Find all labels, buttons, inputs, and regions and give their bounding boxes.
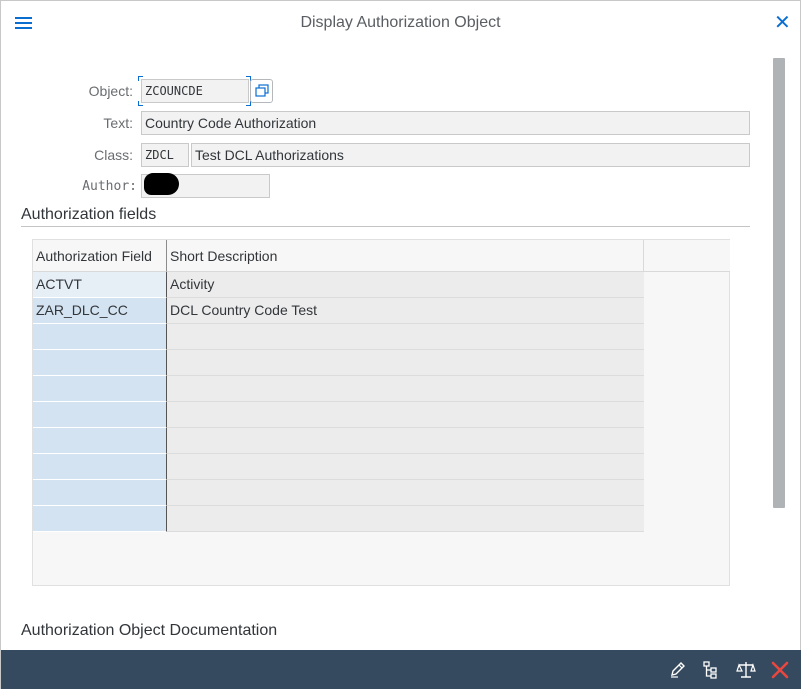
table-row[interactable]: ZAR_DLC_CC DCL Country Code Test: [33, 298, 644, 324]
footer-toolbar: [1, 650, 801, 689]
table-row-empty[interactable]: [33, 480, 644, 506]
close-icon[interactable]: ✕: [774, 12, 791, 32]
where-used-icon[interactable]: [701, 660, 721, 680]
authorization-fields-title: Authorization fields: [21, 206, 157, 223]
authorization-field-cell[interactable]: ZAR_DLC_CC: [33, 298, 167, 324]
empty-cell[interactable]: [167, 350, 644, 376]
class-label: Class:: [94, 147, 133, 163]
vertical-scrollbar[interactable]: [773, 58, 785, 508]
empty-cell[interactable]: [33, 480, 167, 506]
object-label: Object:: [88, 83, 133, 99]
cancel-icon[interactable]: [770, 660, 790, 680]
empty-cell[interactable]: [33, 324, 167, 350]
column-header-authorization-field[interactable]: Authorization Field: [33, 240, 167, 272]
column-header-empty: [644, 240, 730, 272]
object-field[interactable]: ZCOUNCDE: [141, 79, 249, 103]
copy-icon: [255, 84, 269, 97]
empty-cell[interactable]: [167, 376, 644, 402]
empty-cell[interactable]: [167, 428, 644, 454]
dialog-title: Display Authorization Object: [300, 14, 501, 31]
class-description-field: Test DCL Authorizations: [191, 143, 750, 167]
text-label: Text:: [103, 115, 133, 131]
authorization-field-cell[interactable]: ACTVT: [33, 272, 167, 298]
table-row-empty[interactable]: [33, 402, 644, 428]
author-label: Author:: [82, 179, 137, 194]
table-row-empty[interactable]: [33, 454, 644, 480]
documentation-section-title: Authorization Object Documentation: [21, 622, 278, 639]
object-value-help-button[interactable]: [250, 79, 273, 103]
table-rows: ACTVT Activity ZAR_DLC_CC DCL Country Co…: [33, 272, 644, 532]
empty-cell[interactable]: [167, 324, 644, 350]
table-row-empty[interactable]: [33, 428, 644, 454]
text-field[interactable]: Country Code Authorization: [141, 111, 750, 135]
empty-cell[interactable]: [167, 454, 644, 480]
empty-cell[interactable]: [33, 350, 167, 376]
edit-icon[interactable]: [668, 660, 688, 680]
focus-corner: [138, 76, 143, 81]
class-code-field[interactable]: ZDCL: [141, 143, 189, 167]
redaction-mark: [144, 173, 179, 195]
empty-cell[interactable]: [33, 376, 167, 402]
focus-corner: [138, 101, 143, 106]
table-row-empty[interactable]: [33, 376, 644, 402]
empty-cell[interactable]: [33, 402, 167, 428]
empty-cell[interactable]: [167, 480, 644, 506]
empty-cell[interactable]: [167, 402, 644, 428]
dialog-header: Display Authorization Object ✕: [1, 1, 800, 45]
short-description-cell[interactable]: Activity: [167, 272, 644, 298]
table-row-empty[interactable]: [33, 324, 644, 350]
empty-cell[interactable]: [167, 506, 644, 532]
column-header-short-description[interactable]: Short Description: [167, 240, 644, 272]
section-divider: [21, 226, 750, 227]
table-row-empty[interactable]: [33, 350, 644, 376]
authorization-object-dialog: Display Authorization Object ✕ Object: Z…: [0, 0, 801, 689]
empty-cell[interactable]: [33, 506, 167, 532]
empty-cell[interactable]: [33, 428, 167, 454]
authorization-fields-table: Authorization Field Short Description AC…: [32, 239, 730, 586]
table-row-empty[interactable]: [33, 506, 644, 532]
empty-cell[interactable]: [33, 454, 167, 480]
compare-icon[interactable]: [736, 660, 756, 680]
short-description-cell[interactable]: DCL Country Code Test: [167, 298, 644, 324]
table-row[interactable]: ACTVT Activity: [33, 272, 644, 298]
